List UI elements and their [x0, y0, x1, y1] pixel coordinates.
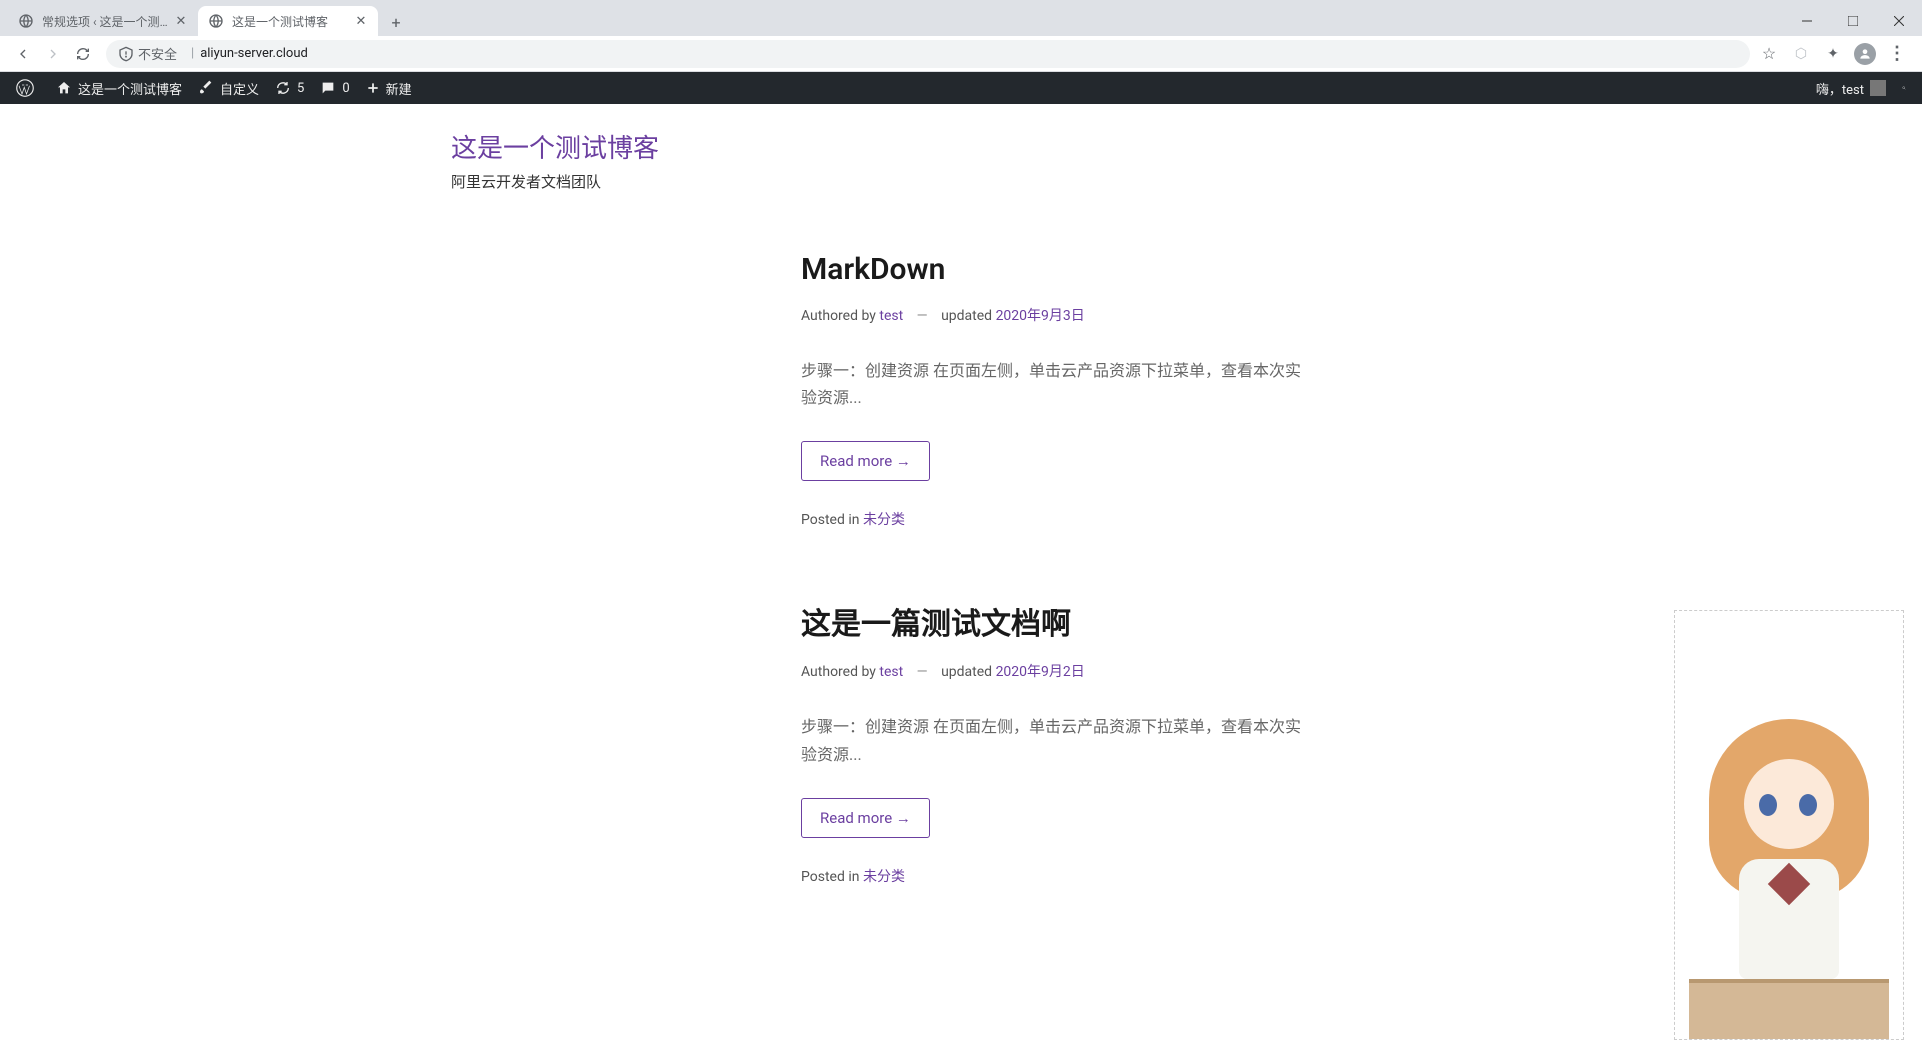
- extensions-icon[interactable]: [1822, 43, 1844, 65]
- meta-separator: —: [917, 664, 928, 680]
- post-list: MarkDown Authored by test — updated 2020…: [621, 252, 1301, 886]
- wp-admin-bar: 这是一个测试博客 自定义 5 0 新建 嗨，test: [0, 72, 1922, 104]
- posted-in-label: Posted in: [801, 512, 859, 528]
- plus-icon: [366, 81, 380, 95]
- security-label: 不安全: [138, 44, 177, 63]
- anime-character-icon: [1689, 719, 1889, 1039]
- url-separator: |: [191, 46, 194, 61]
- updated-label: updated: [941, 308, 992, 324]
- shield-icon[interactable]: [1790, 43, 1812, 65]
- favicon-icon: [18, 13, 34, 29]
- wp-logo-button[interactable]: [8, 72, 48, 104]
- wp-updates-link[interactable]: 5: [267, 72, 312, 104]
- category-link[interactable]: 未分类: [863, 869, 905, 885]
- new-tab-button[interactable]: +: [382, 8, 410, 36]
- post-excerpt: 步骤一：创建资源 在页面左侧，单击云产品资源下拉菜单，查看本次实验资源...: [801, 713, 1301, 767]
- close-icon[interactable]: ✕: [354, 14, 368, 28]
- post-item: 这是一篇测试文档啊 Authored by test — updated 202…: [801, 599, 1301, 885]
- wp-comments-count: 0: [342, 81, 349, 96]
- post-meta: Authored by test — updated 2020年9月3日: [801, 305, 1301, 325]
- wp-customize-link[interactable]: 自定义: [190, 72, 267, 104]
- wordpress-icon: [16, 79, 34, 97]
- tab-title: 这是一个测试博客: [232, 13, 348, 30]
- search-icon: [1902, 80, 1906, 96]
- page-content: 这是一个测试博客 阿里云开发者文档团队 MarkDown Authored by…: [0, 104, 1922, 976]
- comment-icon: [320, 80, 336, 96]
- wp-search-button[interactable]: [1894, 72, 1914, 104]
- minimize-button[interactable]: [1784, 6, 1830, 36]
- browser-tab-0[interactable]: 常规选项 ‹ 这是一个测试博客 — ✕: [8, 6, 198, 36]
- wp-new-link[interactable]: 新建: [358, 72, 420, 104]
- post-category-meta: Posted in 未分类: [801, 509, 1301, 529]
- authored-by-label: Authored by: [801, 664, 876, 680]
- close-window-button[interactable]: [1876, 6, 1922, 36]
- posted-in-label: Posted in: [801, 869, 859, 885]
- authored-by-label: Authored by: [801, 308, 876, 324]
- meta-separator: —: [917, 308, 928, 324]
- post-category-meta: Posted in 未分类: [801, 866, 1301, 886]
- url-input[interactable]: 不安全 | aliyun-server.cloud: [106, 40, 1750, 68]
- maximize-button[interactable]: [1830, 6, 1876, 36]
- profile-icon[interactable]: [1854, 43, 1876, 65]
- reload-button[interactable]: [68, 39, 98, 69]
- author-link[interactable]: test: [879, 664, 903, 680]
- updates-icon: [275, 80, 291, 96]
- browser-menu-icon[interactable]: [1886, 43, 1908, 65]
- tab-strip: 常规选项 ‹ 这是一个测试博客 — ✕ 这是一个测试博客 ✕ +: [0, 0, 1922, 36]
- avatar: [1870, 80, 1886, 96]
- site-title[interactable]: 这是一个测试博客: [451, 128, 1471, 165]
- wp-greeting-text: 嗨，test: [1816, 79, 1864, 98]
- security-indicator: 不安全: [118, 44, 177, 63]
- author-link[interactable]: test: [879, 308, 903, 324]
- site-tagline: 阿里云开发者文档团队: [451, 171, 1471, 192]
- post-excerpt: 步骤一：创建资源 在页面左侧，单击云产品资源下拉菜单，查看本次实验资源...: [801, 357, 1301, 411]
- browser-chrome: 常规选项 ‹ 这是一个测试博客 — ✕ 这是一个测试博客 ✕ +: [0, 0, 1922, 72]
- toolbar-right: [1758, 43, 1914, 65]
- post-meta: Authored by test — updated 2020年9月2日: [801, 661, 1301, 681]
- favicon-icon: [208, 13, 224, 29]
- date-link[interactable]: 2020年9月2日: [996, 664, 1085, 680]
- read-more-button[interactable]: Read more →: [801, 441, 930, 481]
- wp-site-link[interactable]: 这是一个测试博客: [48, 72, 190, 104]
- read-more-button[interactable]: Read more →: [801, 798, 930, 838]
- close-icon[interactable]: ✕: [174, 14, 188, 28]
- back-button[interactable]: [8, 39, 38, 69]
- wp-new-label: 新建: [386, 79, 412, 98]
- forward-button[interactable]: [38, 39, 68, 69]
- category-link[interactable]: 未分类: [863, 512, 905, 528]
- date-link[interactable]: 2020年9月3日: [996, 308, 1085, 324]
- wp-customize-label: 自定义: [220, 79, 259, 98]
- address-bar: 不安全 | aliyun-server.cloud: [0, 36, 1922, 72]
- wp-comments-link[interactable]: 0: [312, 72, 357, 104]
- brush-icon: [198, 80, 214, 96]
- home-icon: [56, 80, 72, 96]
- wp-site-name: 这是一个测试博客: [78, 79, 182, 98]
- post-item: MarkDown Authored by test — updated 2020…: [801, 252, 1301, 529]
- url-text: aliyun-server.cloud: [200, 46, 308, 61]
- wp-user-greeting[interactable]: 嗨，test: [1808, 72, 1894, 104]
- live2d-widget[interactable]: [1674, 610, 1904, 1040]
- post-title[interactable]: MarkDown: [801, 252, 1301, 287]
- bookmark-icon[interactable]: [1758, 43, 1780, 65]
- wp-updates-count: 5: [297, 81, 304, 96]
- window-controls: [1784, 6, 1922, 36]
- updated-label: updated: [941, 664, 992, 680]
- browser-tab-1[interactable]: 这是一个测试博客 ✕: [198, 6, 378, 36]
- post-title[interactable]: 这是一篇测试文档啊: [801, 599, 1301, 643]
- tab-title: 常规选项 ‹ 这是一个测试博客 —: [42, 13, 168, 30]
